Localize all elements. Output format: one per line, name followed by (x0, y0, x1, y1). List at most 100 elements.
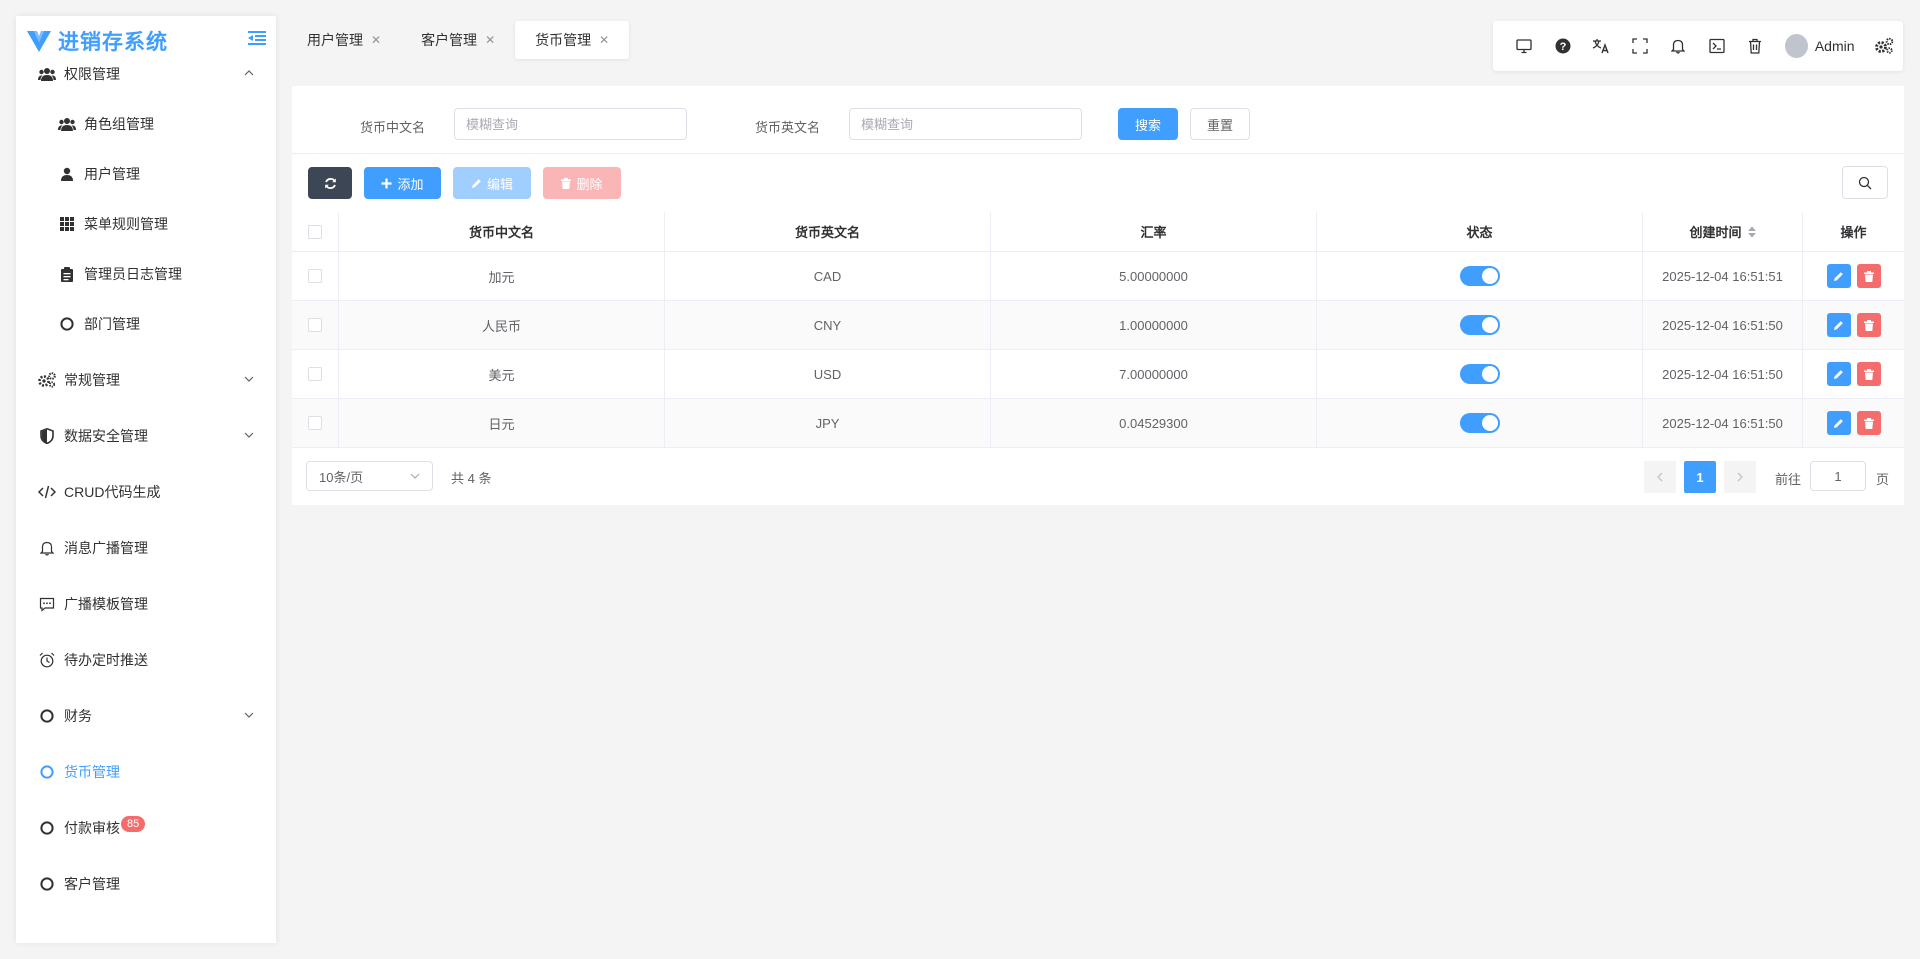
next-page-button[interactable] (1724, 461, 1756, 493)
page-size-select[interactable]: 10条/页 (306, 461, 433, 491)
table-row: 加元 CAD 5.00000000 2025-12-04 16:51:51 (292, 252, 1904, 301)
trash-icon[interactable] (1736, 26, 1775, 66)
row-checkbox[interactable] (308, 269, 322, 283)
search-button[interactable]: 搜索 (1118, 108, 1178, 140)
prev-page-button[interactable] (1644, 461, 1676, 493)
close-icon[interactable]: ✕ (599, 33, 609, 47)
row-delete-button[interactable] (1856, 411, 1881, 435)
table-search-toggle-button[interactable] (1842, 166, 1888, 199)
close-icon[interactable]: ✕ (371, 33, 381, 47)
sidebar-item-customer[interactable]: 客户管理 (16, 860, 276, 908)
currency-en-label: 货币英文名 (755, 120, 821, 135)
cell-name-en: JPY (665, 399, 991, 447)
circle-icon (37, 818, 57, 838)
row-checkbox[interactable] (308, 318, 322, 332)
tab-currency-management[interactable]: 货币管理 ✕ (515, 21, 630, 59)
cell-rate: 1.00000000 (991, 301, 1317, 349)
goto-page-input[interactable] (1810, 461, 1866, 491)
delete-button[interactable]: 删除 (543, 167, 621, 199)
sidebar-item-menu-rules[interactable]: 菜单规则管理 (16, 200, 276, 248)
row-edit-button[interactable] (1826, 313, 1851, 337)
gears-icon[interactable] (1865, 26, 1904, 66)
header-toolbar: ? Admin (1493, 21, 1903, 71)
delete-button-label: 删除 (576, 176, 603, 192)
currency-cn-input[interactable] (454, 108, 687, 140)
tab-label: 货币管理 (535, 32, 592, 48)
row-select-cell (292, 252, 339, 300)
row-delete-button[interactable] (1856, 313, 1881, 337)
row-edit-button[interactable] (1826, 411, 1851, 435)
bell-icon[interactable] (1659, 26, 1698, 66)
sidebar-item-label: 管理员日志管理 (84, 266, 182, 282)
sidebar-item-broadcast-template[interactable]: 广播模板管理 (16, 580, 276, 628)
trash-icon (1863, 417, 1874, 429)
sidebar-item-label: 菜单规则管理 (84, 216, 168, 232)
terminal-icon[interactable] (1698, 26, 1737, 66)
currency-en-input[interactable] (849, 108, 1082, 140)
cell-created: 2025-12-04 16:51:50 (1643, 350, 1803, 398)
table-row: 美元 USD 7.00000000 2025-12-04 16:51:50 (292, 350, 1904, 399)
select-all-checkbox[interactable] (308, 224, 322, 239)
table-row: 日元 JPY 0.04529300 2025-12-04 16:51:50 (292, 399, 1904, 448)
row-delete-button[interactable] (1856, 264, 1881, 288)
fullscreen-icon[interactable] (1621, 26, 1660, 66)
sidebar-item-department[interactable]: 部门管理 (16, 300, 276, 348)
add-button-label: 添加 (397, 176, 424, 192)
column-header-label: 操作 (1840, 225, 1867, 240)
row-delete-button[interactable] (1856, 362, 1881, 386)
sidebar-item-payment-review[interactable]: 付款审核 85 (16, 804, 276, 852)
tab-customer-management[interactable]: 客户管理 ✕ (401, 21, 515, 59)
search-button-label: 搜索 (1134, 117, 1161, 133)
row-edit-button[interactable] (1826, 264, 1851, 288)
sort-icon[interactable] (1747, 226, 1756, 238)
add-button[interactable]: 添加 (364, 167, 441, 199)
row-checkbox[interactable] (308, 416, 322, 430)
sidebar-item-crud[interactable]: CRUD代码生成 (16, 468, 276, 516)
chevron-down-icon (244, 432, 254, 438)
edit-button[interactable]: 编辑 (453, 167, 531, 199)
tab-label: 客户管理 (421, 32, 478, 48)
row-checkbox[interactable] (308, 367, 322, 381)
sidebar-item-data-security[interactable]: 数据安全管理 (16, 412, 276, 460)
search-icon (1858, 176, 1872, 189)
status-toggle[interactable] (1459, 315, 1500, 335)
user-icon (57, 164, 77, 184)
sidebar-item-admin-log[interactable]: 管理员日志管理 (16, 250, 276, 298)
current-page: 1 (1696, 469, 1704, 485)
tab-bar: 用户管理 ✕ 客户管理 ✕ 货币管理 ✕ (287, 21, 630, 59)
avatar[interactable] (1784, 34, 1808, 58)
column-header-label: 状态 (1466, 225, 1493, 240)
cell-name-cn: 日元 (339, 399, 665, 447)
monitor-icon[interactable] (1505, 26, 1544, 66)
close-icon[interactable]: ✕ (485, 33, 495, 47)
user-name[interactable]: Admin (1815, 38, 1855, 54)
cell-name-en: CAD (665, 252, 991, 300)
status-toggle[interactable] (1459, 364, 1500, 384)
sidebar-item-todo-push[interactable]: 待办定时推送 (16, 636, 276, 684)
help-icon[interactable]: ? (1544, 26, 1583, 66)
menu-collapse-icon[interactable] (248, 31, 266, 45)
tab-user-management[interactable]: 用户管理 ✕ (287, 21, 401, 59)
column-header-sortable[interactable]: 创建时间 (1643, 212, 1803, 251)
sidebar-item-role-group[interactable]: 角色组管理 (16, 100, 276, 148)
status-toggle[interactable] (1459, 266, 1500, 286)
chevron-down-icon (410, 473, 420, 479)
sidebar-item-broadcast[interactable]: 消息广播管理 (16, 524, 276, 572)
refresh-button[interactable] (308, 167, 352, 199)
sidebar-item-permission[interactable]: 权限管理 (16, 50, 276, 98)
cell-created: 2025-12-04 16:51:50 (1643, 301, 1803, 349)
reset-button[interactable]: 重置 (1190, 108, 1250, 140)
sidebar-item-general[interactable]: 常规管理 (16, 356, 276, 404)
column-header: 汇率 (991, 212, 1317, 251)
page-number-button[interactable]: 1 (1684, 461, 1716, 493)
trash-icon (1863, 270, 1874, 282)
translate-icon[interactable] (1582, 26, 1621, 66)
sidebar-item-finance[interactable]: 财务 (16, 692, 276, 740)
sidebar-item-users[interactable]: 用户管理 (16, 150, 276, 198)
row-edit-button[interactable] (1826, 362, 1851, 386)
cell-actions (1803, 399, 1904, 447)
status-toggle[interactable] (1459, 413, 1500, 433)
sidebar-item-currency[interactable]: 货币管理 (16, 748, 276, 796)
bell-icon (37, 538, 57, 558)
grid-icon (57, 214, 77, 234)
